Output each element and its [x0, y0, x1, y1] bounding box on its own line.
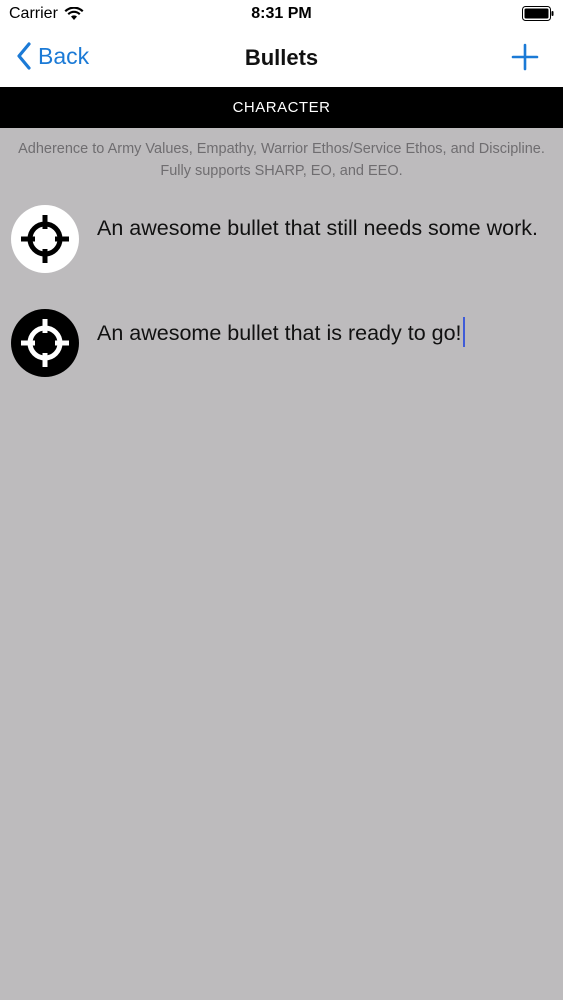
bullet-text-editing[interactable]: An awesome bullet that is ready to go!	[97, 317, 543, 348]
navigation-bar: Back Bullets	[0, 30, 563, 87]
bullet-text[interactable]: An awesome bullet that still needs some …	[97, 213, 543, 243]
status-bar: Carrier 8:31 PM	[0, 0, 563, 30]
text-cursor	[462, 317, 465, 347]
section-header: CHARACTER	[0, 87, 563, 128]
bullet-text[interactable]: An awesome bullet that is ready to go!	[97, 321, 462, 345]
crosshair-black-icon[interactable]	[11, 309, 79, 377]
plus-icon[interactable]	[511, 43, 539, 71]
crosshair-white-icon[interactable]	[11, 205, 79, 273]
section-description: Adherence to Army Values, Empathy, Warri…	[18, 141, 545, 179]
status-time: 8:31 PM	[251, 5, 312, 22]
battery-icon	[522, 6, 554, 21]
page-title: Bullets	[244, 45, 319, 70]
